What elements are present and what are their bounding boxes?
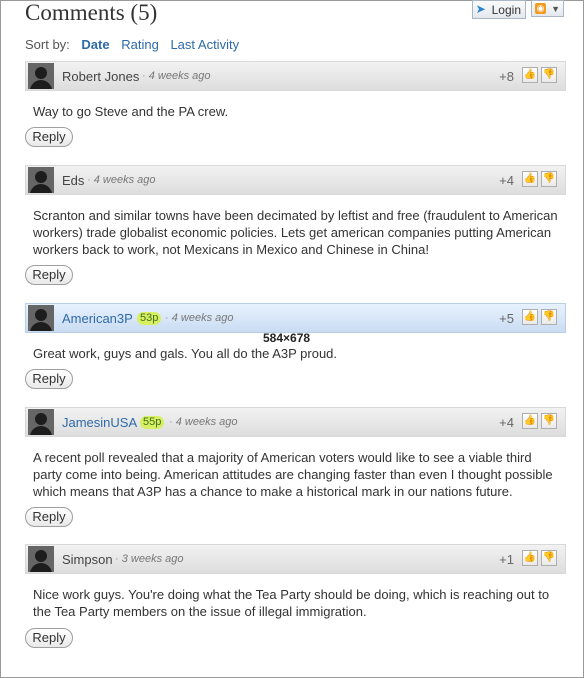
login-button[interactable]: ➤ Login xyxy=(471,0,526,19)
comment-time: · 4 weeks ago xyxy=(87,174,156,186)
chevron-down-icon: ▼ xyxy=(551,3,560,14)
rss-icon: ◉ xyxy=(535,3,546,14)
comment-time-text: 4 weeks ago xyxy=(175,416,238,428)
thumbs-up-icon[interactable]: 👍 xyxy=(522,67,538,83)
comment-author-link[interactable]: American3P xyxy=(62,311,133,326)
comment-header: Simpson · 3 weeks ago +1 👍 👎 xyxy=(25,544,566,574)
dimension-overlay: 584×678 xyxy=(263,331,311,345)
comment-item: Robert Jones · 4 weeks ago +8 👍 👎 Way to… xyxy=(25,61,566,147)
sort-option-last-activity[interactable]: Last Activity xyxy=(170,37,239,52)
login-icon: ➤ xyxy=(475,2,486,16)
comment-item: Eds · 4 weeks ago +4 👍 👎 Scranton and si… xyxy=(25,165,566,285)
comment-header: Robert Jones · 4 weeks ago +8 👍 👎 xyxy=(25,61,566,91)
page-title: Comments (5) xyxy=(25,0,158,25)
avatar xyxy=(28,409,54,435)
comment-header: JamesinUSA 55p · 4 weeks ago +4 👍 👎 xyxy=(25,407,566,437)
comment-time: · 4 weeks ago xyxy=(142,70,211,82)
comment-score: +4 xyxy=(499,173,514,188)
header-actions: ➤ Login ◉ ▼ xyxy=(471,0,564,19)
comment-time: · 4 weeks ago xyxy=(169,416,238,428)
comment-score: +1 xyxy=(499,552,514,567)
avatar xyxy=(28,546,54,572)
comment-text: Scranton and similar towns have been dec… xyxy=(33,208,558,257)
comment-score: +8 xyxy=(499,69,514,84)
comment-time-text: 4 weeks ago xyxy=(148,70,211,82)
avatar xyxy=(28,305,54,331)
thumbs-up-icon[interactable]: 👍 xyxy=(522,550,538,566)
thumbs-down-icon[interactable]: 👎 xyxy=(541,550,557,566)
thumbs-down-icon[interactable]: 👎 xyxy=(541,309,557,325)
comment-item: JamesinUSA 55p · 4 weeks ago +4 👍 👎 A re… xyxy=(25,407,566,527)
comment-time: · 3 weeks ago xyxy=(115,553,184,565)
comment-score: +4 xyxy=(499,415,514,430)
comment-author: Eds xyxy=(62,173,85,188)
points-badge: 53p xyxy=(137,312,162,325)
thumbs-down-icon[interactable]: 👎 xyxy=(541,67,557,83)
reply-button[interactable]: Reply xyxy=(25,507,73,527)
thumbs-up-icon[interactable]: 👍 xyxy=(522,171,538,187)
reply-button[interactable]: Reply xyxy=(25,628,73,648)
comment-text: Way to go Steve and the PA crew. xyxy=(33,104,229,119)
comment-text: Nice work guys. You're doing what the Te… xyxy=(33,587,550,619)
rss-dropdown-button[interactable]: ◉ ▼ xyxy=(531,0,564,17)
comment-time-text: 4 weeks ago xyxy=(171,312,234,324)
comment-header: American3P 53p · 4 weeks ago +5 👍 👎 xyxy=(25,303,566,333)
comment-text: A recent poll revealed that a majority o… xyxy=(33,450,553,499)
sort-label: Sort by: xyxy=(25,37,70,52)
comment-time-text: 4 weeks ago xyxy=(93,174,156,186)
comment-author: Simpson xyxy=(62,552,113,567)
comment-author-link[interactable]: JamesinUSA xyxy=(62,415,137,430)
avatar xyxy=(28,167,54,193)
sort-bar: Sort by: Date Rating Last Activity xyxy=(25,37,247,52)
avatar xyxy=(28,63,54,89)
sort-option-date[interactable]: Date xyxy=(81,37,109,52)
thumbs-up-icon[interactable]: 👍 xyxy=(522,309,538,325)
comment-header: Eds · 4 weeks ago +4 👍 👎 xyxy=(25,165,566,195)
reply-button[interactable]: Reply xyxy=(25,265,73,285)
thumbs-down-icon[interactable]: 👎 xyxy=(541,413,557,429)
comment-time: · 4 weeks ago xyxy=(165,312,234,324)
comment-author: Robert Jones xyxy=(62,69,140,84)
comment-item: Simpson · 3 weeks ago +1 👍 👎 Nice work g… xyxy=(25,544,566,648)
comment-time-text: 3 weeks ago xyxy=(121,553,184,565)
thumbs-up-icon[interactable]: 👍 xyxy=(522,413,538,429)
sort-option-rating[interactable]: Rating xyxy=(121,37,159,52)
comment-score: +5 xyxy=(499,311,514,326)
thumbs-down-icon[interactable]: 👎 xyxy=(541,171,557,187)
login-label: Login xyxy=(491,2,521,17)
reply-button[interactable]: Reply xyxy=(25,369,73,389)
reply-button[interactable]: Reply xyxy=(25,127,73,147)
points-badge: 55p xyxy=(140,416,165,429)
